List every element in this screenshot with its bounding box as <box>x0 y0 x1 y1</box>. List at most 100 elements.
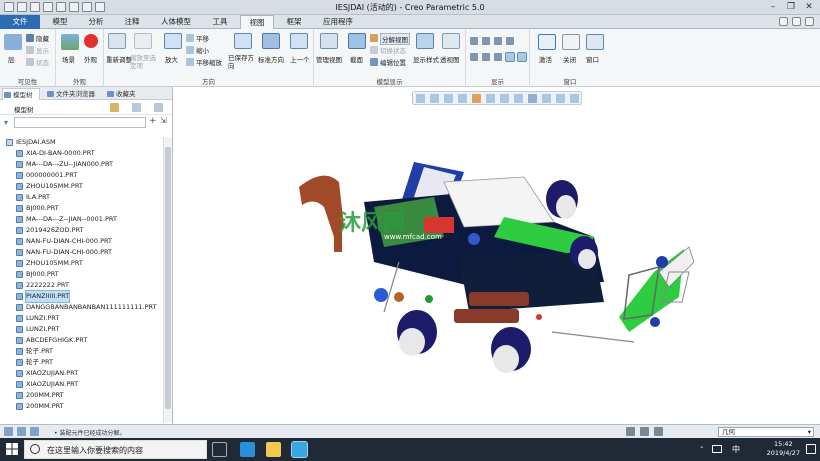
scene-button[interactable]: 场景 <box>62 54 75 64</box>
axle-1[interactable] <box>383 261 400 313</box>
windows-button[interactable]: 窗口 <box>586 54 599 64</box>
selection-filter-dropdown[interactable]: 几何 ▾ <box>718 427 814 437</box>
gear-green[interactable] <box>425 295 433 303</box>
upper-frame[interactable] <box>443 176 555 228</box>
tree-scrollbar[interactable] <box>163 137 172 423</box>
add-column-icon[interactable]: + <box>149 116 157 126</box>
taskbar-search-box[interactable]: 在这里输入你要搜索的内容 <box>24 440 207 459</box>
tab-file[interactable]: 文件 <box>0 15 40 29</box>
tree-columns-icon[interactable] <box>132 103 141 112</box>
perspective-button[interactable]: 透视图 <box>440 54 460 64</box>
gear-blue[interactable] <box>374 288 388 302</box>
search-icon[interactable] <box>792 17 801 26</box>
layer-button-label[interactable]: 层 <box>8 54 15 64</box>
axis-display-icon[interactable] <box>482 37 490 45</box>
tab-model-tree[interactable]: 模型树 <box>2 88 40 100</box>
fullscreen-icon[interactable] <box>30 427 39 436</box>
find-icon[interactable] <box>640 427 649 436</box>
input-language[interactable]: 中 <box>732 444 740 455</box>
appearance-icon[interactable] <box>84 34 98 48</box>
battery-1[interactable] <box>469 292 529 306</box>
zoom-in-icon[interactable] <box>164 33 182 49</box>
zoom-in-button[interactable]: 放大 <box>165 54 178 64</box>
filter-icon[interactable]: ▾ <box>4 118 8 127</box>
maximize-icon[interactable]: ❐ <box>784 1 798 13</box>
csys-display-icon[interactable] <box>506 37 514 45</box>
saved-orientations-button[interactable]: 已保存方向 <box>228 54 256 70</box>
network-icon[interactable] <box>712 445 722 453</box>
windows-list-icon[interactable] <box>586 34 604 50</box>
hide-button[interactable]: 隐藏 <box>36 33 49 43</box>
windows-start-icon[interactable] <box>6 443 18 455</box>
browser-toggle-icon[interactable] <box>17 427 26 436</box>
refit-button[interactable]: 重新调整 <box>106 54 132 64</box>
standard-orientation-icon[interactable] <box>262 33 280 49</box>
tab-analysis[interactable]: 分析 <box>80 15 112 29</box>
standard-orientation-button[interactable]: 标准方向 <box>258 54 284 64</box>
explode-view-button[interactable]: 分解视图 <box>380 33 410 45</box>
tab-folder-browser[interactable]: 文件夹浏览器 <box>46 88 102 100</box>
activate-button[interactable]: 激活 <box>539 54 552 64</box>
creo-app-icon[interactable] <box>291 441 308 458</box>
battery-2[interactable] <box>454 309 519 323</box>
tree-search-input[interactable] <box>14 117 146 128</box>
layer-icon[interactable] <box>4 34 22 50</box>
close-icon[interactable]: ✕ <box>802 1 816 13</box>
tab-framework[interactable]: 框架 <box>278 15 310 29</box>
status-button[interactable]: 状态 <box>36 57 49 67</box>
pan-button[interactable]: 平移 <box>196 33 209 43</box>
axis-tag-icon[interactable] <box>482 53 490 61</box>
tab-annotate[interactable]: 注释 <box>116 15 148 29</box>
section-icon[interactable] <box>348 33 366 49</box>
manage-views-icon[interactable] <box>320 33 338 49</box>
pan-zoom-button[interactable]: 平移缩放 <box>196 57 222 67</box>
exploded-assembly-model[interactable] <box>174 87 820 424</box>
point-display-icon[interactable] <box>494 37 502 45</box>
tray-chevron-icon[interactable]: ˄ <box>700 446 704 454</box>
display-style-button[interactable]: 显示样式 <box>413 54 439 64</box>
gear-red[interactable] <box>536 314 542 320</box>
point-tag-icon[interactable] <box>494 53 502 61</box>
motor-gear[interactable] <box>468 233 480 245</box>
annotation-display-icon[interactable] <box>517 52 527 62</box>
plane-tag-icon[interactable] <box>470 53 478 61</box>
zoom-out-button[interactable]: 缩小 <box>196 45 209 55</box>
zoom-to-selected-button[interactable]: 缩放至选定项 <box>130 54 158 70</box>
perspective-icon[interactable] <box>442 33 460 49</box>
ribbon-collapse-icon[interactable] <box>779 17 788 26</box>
tab-favorites[interactable]: 收藏夹 <box>106 88 140 100</box>
navigator-toggle-icon[interactable] <box>4 427 13 436</box>
tab-view[interactable]: 视图 <box>240 15 274 30</box>
tab-tools[interactable]: 工具 <box>204 15 236 29</box>
toggle-status-button[interactable]: 切换状态 <box>380 45 406 55</box>
smart-select-icon[interactable] <box>654 427 663 436</box>
spin-center-icon[interactable] <box>505 52 515 62</box>
small-wheel-1[interactable] <box>656 256 668 268</box>
display-style-icon[interactable] <box>416 33 434 49</box>
tab-model[interactable]: 模型 <box>44 15 76 29</box>
tree-settings-icon[interactable] <box>110 103 119 112</box>
manage-views-button[interactable]: 管理视图 <box>316 54 342 64</box>
plane-display-icon[interactable] <box>470 37 478 45</box>
tab-manikin[interactable]: 人体模型 <box>152 15 200 29</box>
tree-filters-icon[interactable] <box>154 103 163 112</box>
small-wheel-2[interactable] <box>650 317 660 327</box>
edit-position-button[interactable]: 编辑位置 <box>380 57 406 67</box>
appearance-button[interactable]: 外观 <box>84 54 97 64</box>
close-button[interactable]: 关闭 <box>563 54 576 64</box>
graphics-viewport[interactable]: 沐风网 www.mfcad.com <box>174 87 820 424</box>
task-view-icon[interactable] <box>212 442 227 457</box>
help-icon[interactable] <box>805 17 814 26</box>
section-button[interactable]: 截面 <box>350 54 363 64</box>
refit-icon[interactable] <box>108 33 126 49</box>
axle-2[interactable] <box>551 331 635 343</box>
notification-icon[interactable] <box>806 444 816 454</box>
tree-scrollbar-thumb[interactable] <box>165 147 171 409</box>
zoom-to-selected-icon[interactable] <box>134 33 152 49</box>
saved-orientations-icon[interactable] <box>234 33 252 49</box>
system-clock[interactable]: 15:42 2019/4/27 <box>767 440 800 458</box>
activate-icon[interactable] <box>538 34 556 50</box>
expand-icon[interactable]: ⇲ <box>160 116 167 125</box>
file-explorer-icon[interactable] <box>266 442 281 457</box>
show-button[interactable]: 显示 <box>36 45 49 55</box>
